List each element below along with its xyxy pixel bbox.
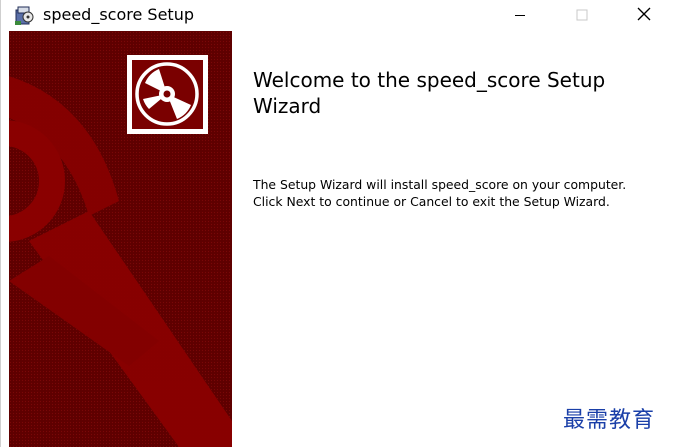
window-title: speed_score Setup bbox=[43, 5, 194, 24]
title-bar[interactable]: speed_score Setup bbox=[1, 0, 685, 30]
disc-icon bbox=[127, 55, 208, 134]
welcome-heading: Welcome to the speed_score Setup Wizard bbox=[253, 68, 606, 118]
minimize-button[interactable] bbox=[497, 0, 543, 30]
watermark-text: 最需教育 bbox=[563, 408, 656, 433]
setup-window: speed_score Setup Welcome to the speed_s… bbox=[0, 0, 685, 447]
welcome-description-line-2: Click Next to continue or Cancel to exit… bbox=[253, 194, 610, 209]
wizard-side-banner bbox=[9, 31, 232, 447]
maximize-icon bbox=[576, 6, 588, 25]
anchor-banner-art bbox=[9, 31, 232, 447]
installer-app-icon bbox=[13, 4, 35, 26]
close-button[interactable] bbox=[621, 0, 667, 30]
welcome-description-line-1: The Setup Wizard will install speed_scor… bbox=[253, 177, 627, 192]
minimize-icon bbox=[514, 6, 526, 25]
maximize-button[interactable] bbox=[559, 0, 605, 30]
welcome-description: The Setup Wizard will install speed_scor… bbox=[253, 176, 673, 210]
close-icon bbox=[637, 6, 651, 25]
